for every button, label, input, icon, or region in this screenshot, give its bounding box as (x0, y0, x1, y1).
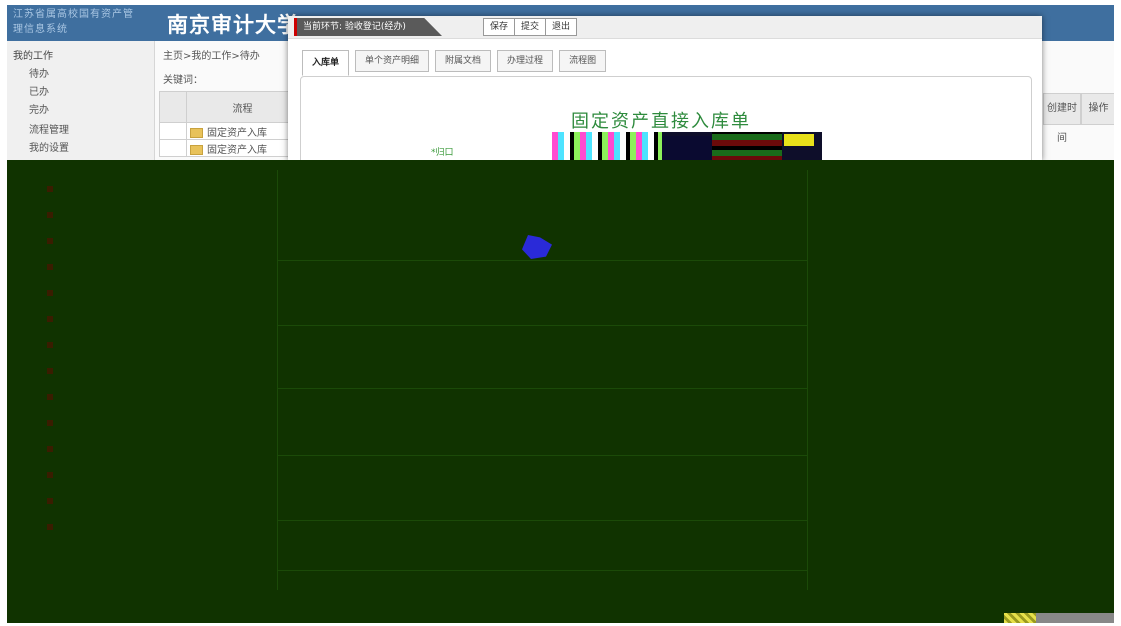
tab-attachments[interactable]: 附属文档 (435, 50, 492, 72)
dark-render-overlay (7, 160, 1114, 623)
sidebar-root-my-work[interactable]: 我的工作 (13, 47, 53, 62)
row-title[interactable]: 固定资产入库 (207, 128, 267, 139)
tab-history[interactable]: 办理过程 (497, 50, 554, 72)
current-step-label: 当前环节: 验收登记(经办) (294, 18, 442, 36)
keyword-label: 关键词： (163, 75, 203, 86)
action-buttons: 保存 提交 退出 (483, 18, 578, 36)
left-sidebar: 我的工作 待办 已办 完办 流程管理 我的设置 (7, 41, 155, 161)
exit-button[interactable]: 退出 (546, 19, 576, 35)
render-glitch (552, 132, 822, 162)
row-title[interactable]: 固定资产入库 (207, 145, 267, 156)
sidebar-item-todo[interactable]: 待办 (29, 65, 49, 80)
folder-icon (190, 144, 203, 155)
column-header-created: 创建时间 (1043, 93, 1081, 144)
sidebar-item-settings[interactable]: 我的设置 (29, 139, 69, 154)
table-header-flow: 流程 (186, 91, 299, 123)
form-title: 固定资产直接入库单 (571, 111, 751, 132)
tab-flowchart[interactable]: 流程图 (559, 50, 607, 72)
cursor-artifact (522, 235, 552, 259)
table-row[interactable]: 固定资产入库 (159, 122, 299, 140)
university-logo-text: 南京审计大学 (167, 12, 299, 37)
tab-receipt[interactable]: 入库单 (302, 50, 350, 76)
field-hint: *归口 (431, 148, 454, 158)
submit-button[interactable]: 提交 (515, 19, 547, 35)
modal-toolbar: 当前环节: 验收登记(经办) 保存 提交 退出 (288, 16, 1042, 39)
app-window: 江苏省属高校国有资产管理信息系统 南京审计大学 我的工作 待办 已办 完办 流程… (7, 5, 1114, 623)
folder-icon (190, 127, 203, 138)
system-name: 江苏省属高校国有资产管理信息系统 (13, 9, 134, 35)
sidebar-item-finished[interactable]: 完办 (29, 101, 49, 116)
column-header-action: 操作 (1081, 93, 1114, 125)
tab-asset-detail[interactable]: 单个资产明细 (355, 50, 430, 72)
sidebar-item-done[interactable]: 已办 (29, 83, 49, 98)
modal-tabs: 入库单 单个资产明细 附属文档 办理过程 流程图 (302, 50, 607, 76)
todo-table: 流程 固定资产入库 固定资产入库 (159, 91, 299, 157)
sidebar-item-process[interactable]: 流程管理 (29, 121, 69, 136)
save-button[interactable]: 保存 (484, 19, 516, 35)
table-row[interactable]: 固定资产入库 (159, 139, 299, 157)
breadcrumb: 主页>我的工作>待办 (163, 51, 260, 62)
